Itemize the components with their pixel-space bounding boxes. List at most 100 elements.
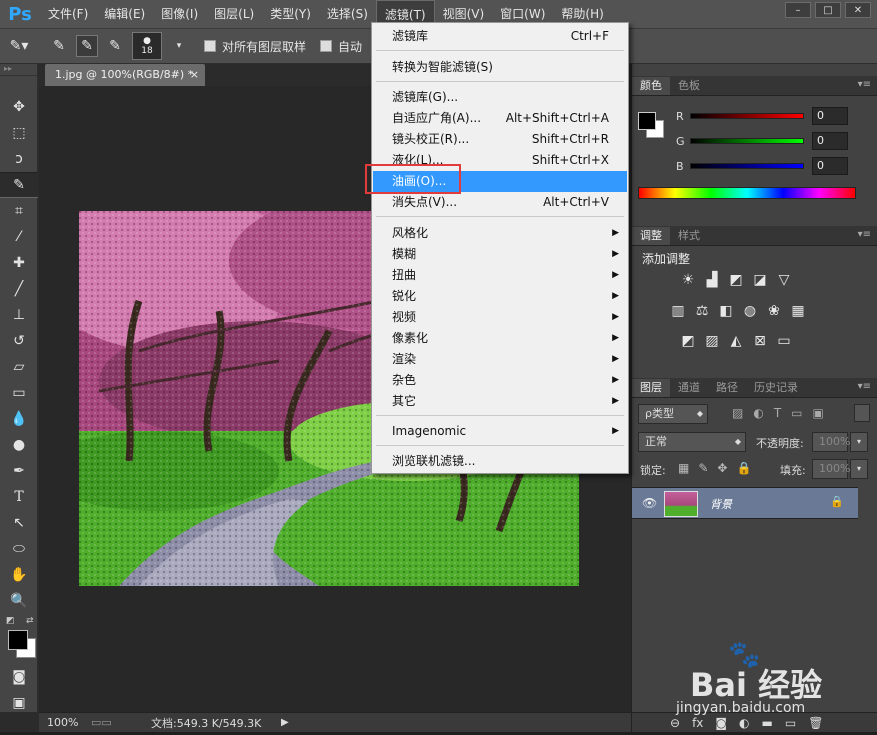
menu-item-vanishing-point[interactable]: 消失点(V)... Alt+Ctrl+V [373, 192, 627, 213]
add-to-selection-brush-icon[interactable]: ✎ [76, 35, 98, 57]
menu-file[interactable]: 文件(F) [40, 0, 96, 28]
tab-styles[interactable]: 样式 [670, 227, 708, 245]
lasso-tool-icon[interactable]: ↄ [0, 146, 38, 172]
new-selection-brush-icon[interactable]: ✎ [48, 35, 70, 57]
brush-tool-icon[interactable]: ╱ [0, 276, 38, 302]
levels-icon[interactable]: ▟ [704, 272, 720, 288]
menu-item-blur[interactable]: 模糊 ▶ [373, 244, 627, 265]
tab-channels[interactable]: 通道 [670, 379, 708, 397]
status-menu-arrow-icon[interactable]: ▶ [281, 717, 289, 728]
menu-item-imagenomic[interactable]: Imagenomic ▶ [373, 421, 627, 442]
filter-shape-icon[interactable]: ▭ [791, 406, 802, 420]
marquee-tool-icon[interactable]: ⬚ [0, 120, 38, 146]
subtract-selection-brush-icon[interactable]: ✎ [104, 35, 126, 57]
toolbar-collapse-icon[interactable]: ▸▸ [0, 64, 37, 76]
quick-mask-icon[interactable]: ◙ [0, 664, 38, 690]
menu-item-adaptive-wide-angle[interactable]: 自适应广角(A)... Alt+Shift+Ctrl+A [373, 108, 627, 129]
type-tool-icon[interactable]: T [0, 484, 38, 510]
default-colors-icon[interactable]: ◩ [6, 616, 15, 626]
blue-slider[interactable] [690, 163, 804, 169]
foreground-color-swatch[interactable] [8, 630, 28, 650]
menu-item-filter-gallery[interactable]: 滤镜库(G)... [373, 87, 627, 108]
maximize-button[interactable]: □ [815, 2, 841, 18]
photo-filter-icon[interactable]: ◍ [742, 303, 758, 319]
exposure-icon[interactable]: ◪ [752, 272, 768, 288]
filter-smart-icon[interactable]: ▣ [813, 406, 824, 420]
menu-edit[interactable]: 编辑(E) [96, 0, 153, 28]
brightness-icon[interactable]: ☀ [680, 272, 696, 288]
crop-tool-icon[interactable]: ⌗ [0, 198, 38, 224]
invert-icon[interactable]: ◩ [680, 333, 696, 349]
green-value[interactable]: 0 [812, 132, 848, 150]
lock-all-icon[interactable]: 🔒 [736, 461, 751, 475]
eraser-tool-icon[interactable]: ▱ [0, 354, 38, 380]
move-tool-icon[interactable]: ✥ [0, 94, 38, 120]
red-slider[interactable] [690, 113, 804, 119]
quick-selection-preset-icon[interactable]: ✎▾ [8, 35, 30, 57]
menu-item-pixelate[interactable]: 像素化 ▶ [373, 328, 627, 349]
layers-panel-menu-icon[interactable]: ▾≡ [858, 381, 871, 392]
layer-row-background[interactable]: 👁 背景 🔒 [632, 487, 858, 519]
blend-mode-select[interactable]: 正常 ◆ [638, 432, 746, 452]
document-tab[interactable]: 1.jpg @ 100%(RGB/8#) * × [45, 64, 205, 86]
blur-tool-icon[interactable]: 💧 [0, 406, 38, 432]
color-panel-menu-icon[interactable]: ▾≡ [858, 79, 871, 90]
adjustments-panel-menu-icon[interactable]: ▾≡ [858, 229, 871, 240]
blue-value[interactable]: 0 [812, 157, 848, 175]
screen-mode-icon[interactable]: ▣ [0, 690, 38, 716]
menu-item-stylize[interactable]: 风格化 ▶ [373, 223, 627, 244]
zoom-tool-icon[interactable]: 🔍 [0, 588, 38, 614]
lock-position-icon[interactable]: ✥ [717, 461, 727, 475]
pen-tool-icon[interactable]: ✒ [0, 458, 38, 484]
eyedropper-tool-icon[interactable]: ⁄ [0, 224, 38, 250]
ellipse-tool-icon[interactable]: ⬭ [0, 536, 38, 562]
vibrance-icon[interactable]: ▽ [776, 272, 792, 288]
healing-brush-tool-icon[interactable]: ✚ [0, 250, 38, 276]
menu-item-browse-filters-online[interactable]: 浏览联机滤镜... [373, 451, 627, 472]
close-document-icon[interactable]: × [190, 64, 199, 86]
layer-visibility-eye-icon[interactable]: 👁 [642, 496, 657, 510]
selective-color-icon[interactable]: ⊠ [752, 333, 768, 349]
gradient-map-icon[interactable]: ▭ [776, 333, 792, 349]
brush-size-dropdown-icon[interactable]: ▾ [168, 35, 190, 57]
swap-colors-icon[interactable]: ⇄ [26, 616, 34, 626]
menu-item-video[interactable]: 视频 ▶ [373, 307, 627, 328]
tab-swatches[interactable]: 色板 [670, 77, 708, 95]
dodge-tool-icon[interactable]: ● [0, 432, 38, 458]
opacity-dropdown-icon[interactable]: ▾ [850, 432, 868, 452]
hand-tool-icon[interactable]: ✋ [0, 562, 38, 588]
menu-item-sharpen[interactable]: 锐化 ▶ [373, 286, 627, 307]
menu-item-noise[interactable]: 杂色 ▶ [373, 370, 627, 391]
lock-transparency-icon[interactable]: ▦ [678, 461, 689, 475]
tab-layers[interactable]: 图层 [632, 379, 670, 397]
filter-type-icon[interactable]: T [774, 406, 781, 420]
clone-stamp-tool-icon[interactable]: ⊥ [0, 302, 38, 328]
layer-kind-filter[interactable]: ρ类型 ◆ [638, 404, 708, 424]
menu-image[interactable]: 图像(I) [153, 0, 206, 28]
menu-item-distort[interactable]: 扭曲 ▶ [373, 265, 627, 286]
opacity-value[interactable]: 100% [812, 432, 850, 452]
close-window-button[interactable]: ✕ [845, 2, 871, 18]
tab-color[interactable]: 颜色 [632, 77, 670, 95]
gradient-tool-icon[interactable]: ▭ [0, 380, 38, 406]
filter-adjustment-icon[interactable]: ◐ [753, 406, 763, 420]
filter-toggle[interactable] [854, 404, 870, 422]
menu-item-other[interactable]: 其它 ▶ [373, 391, 627, 412]
red-value[interactable]: 0 [812, 107, 848, 125]
zoom-level[interactable]: 100% [47, 716, 91, 729]
path-selection-tool-icon[interactable]: ↖ [0, 510, 38, 536]
color-lookup-icon[interactable]: ▦ [790, 303, 806, 319]
menu-select[interactable]: 选择(S) [319, 0, 376, 28]
color-balance-icon[interactable]: ⚖ [694, 303, 710, 319]
filter-pixel-icon[interactable]: ▨ [732, 406, 743, 420]
hue-saturation-icon[interactable]: ▥ [670, 303, 686, 319]
curves-icon[interactable]: ◩ [728, 272, 744, 288]
menu-item-lens-correction[interactable]: 镜头校正(R)... Shift+Ctrl+R [373, 129, 627, 150]
menu-layer[interactable]: 图层(L) [206, 0, 262, 28]
lock-pixels-icon[interactable]: ✎ [698, 461, 708, 475]
color-swatches[interactable]: ◩ ⇄ [0, 614, 37, 664]
threshold-icon[interactable]: ◭ [728, 333, 744, 349]
posterize-icon[interactable]: ▨ [704, 333, 720, 349]
layer-name[interactable]: 背景 [710, 496, 732, 512]
brush-size-picker[interactable]: ● 18 [132, 32, 162, 60]
